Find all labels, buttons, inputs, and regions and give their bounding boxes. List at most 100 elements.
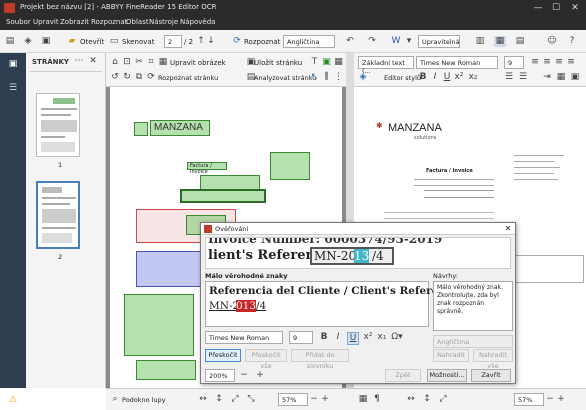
analyze-page-button[interactable]: Analyzovat stránku bbox=[254, 74, 316, 82]
person-icon[interactable]: ☺ bbox=[546, 36, 558, 47]
menu-oblast[interactable]: Oblast bbox=[126, 18, 149, 26]
superscript-icon[interactable]: x² bbox=[454, 72, 464, 83]
close-button[interactable]: ✕ bbox=[569, 2, 581, 14]
word-export-icon[interactable]: W bbox=[390, 36, 402, 47]
options-button[interactable]: Možnosti... bbox=[427, 369, 467, 382]
skip-button[interactable]: Přeskočit bbox=[205, 349, 241, 362]
dialog-italic-icon[interactable]: I bbox=[333, 332, 343, 343]
fit-page-right-icon[interactable]: ⤢ bbox=[438, 394, 448, 405]
view-split-icon[interactable]: ▦ bbox=[494, 36, 506, 47]
menu-rozpoznat[interactable]: Rozpoznat bbox=[91, 18, 127, 26]
dialog-zoom-out-icon[interactable]: − bbox=[239, 370, 249, 381]
add-to-dictionary-button[interactable]: Přidat do slovníku bbox=[291, 349, 349, 370]
rotate-right-icon[interactable]: ↻ bbox=[122, 72, 132, 83]
uncertain-text-editor[interactable]: Referencia del Cliente / Client's Refere… bbox=[205, 281, 463, 327]
select-icon[interactable]: ⊡ bbox=[122, 57, 132, 68]
numbering-icon[interactable]: ☰ bbox=[518, 72, 528, 83]
dialog-size-select[interactable]: 9 bbox=[289, 331, 313, 344]
page-number-input[interactable]: 2 bbox=[164, 35, 182, 48]
dialog-underline-icon[interactable]: U bbox=[347, 332, 359, 345]
underline-icon[interactable]: U bbox=[442, 72, 452, 83]
panel-close-icon[interactable]: ✕ bbox=[88, 56, 98, 67]
font-size-select[interactable]: 9 bbox=[504, 56, 524, 69]
menu-upravit[interactable]: Upravit bbox=[33, 18, 59, 26]
new-document-icon[interactable]: ▤ bbox=[4, 36, 16, 47]
dialog-symbol-icon[interactable]: Ω▾ bbox=[391, 332, 403, 343]
menu-napoveda[interactable]: Nápověda bbox=[180, 18, 215, 26]
align-justify-icon[interactable]: ≡ bbox=[566, 57, 576, 68]
view-image-icon[interactable]: ▥ bbox=[474, 36, 486, 47]
replace-all-button[interactable]: Nahradit vše bbox=[473, 349, 513, 370]
magnifier-icon[interactable]: ⌕ bbox=[110, 394, 120, 405]
actual-size-icon[interactable]: ⤡ bbox=[246, 394, 256, 405]
dialog-zoom-select[interactable]: 200% bbox=[205, 369, 235, 382]
dialog-close-icon[interactable]: ✕ bbox=[503, 224, 513, 234]
table-insert-icon[interactable]: ▦ bbox=[556, 72, 566, 83]
panel-options-icon[interactable]: ⋯ bbox=[74, 56, 84, 67]
pointer-icon[interactable]: ↖ bbox=[310, 72, 319, 83]
fit-page-icon[interactable]: ⤢ bbox=[230, 394, 240, 405]
zoom-right-select[interactable]: 57% bbox=[514, 393, 544, 406]
picture-area-icon[interactable]: ▣ bbox=[322, 57, 331, 68]
magnifier-button[interactable]: Podokno lupy bbox=[122, 396, 166, 404]
bullets-icon[interactable]: ☰ bbox=[504, 72, 514, 83]
language-select[interactable]: Angličtina bbox=[283, 35, 335, 48]
subscript-icon[interactable]: x₂ bbox=[468, 72, 478, 83]
style-select[interactable]: Základní text (... bbox=[358, 56, 414, 75]
arrow-down-icon[interactable]: ↓ bbox=[206, 36, 216, 47]
redo-icon[interactable]: ↷ bbox=[366, 36, 378, 47]
fit-width-right-icon[interactable]: ↔ bbox=[406, 394, 416, 405]
minimize-button[interactable]: — bbox=[532, 2, 544, 14]
barcode-icon[interactable]: ⫼ bbox=[322, 72, 331, 83]
replace-button[interactable]: Nahradit bbox=[433, 349, 469, 362]
edit-image-button[interactable]: Upravit obrázek bbox=[170, 59, 226, 67]
save-icon[interactable]: ▣ bbox=[40, 36, 52, 47]
fit-height-right-icon[interactable]: ↕ bbox=[422, 394, 432, 405]
rotate-icon[interactable]: ↺ bbox=[110, 72, 120, 83]
scan-button[interactable]: Skenovat bbox=[122, 38, 154, 46]
dialog-superscript-icon[interactable]: x² bbox=[363, 332, 373, 343]
crop-icon[interactable]: ⌗ bbox=[146, 57, 156, 68]
warning-icon[interactable]: ⚠ bbox=[7, 395, 19, 406]
arrow-up-icon[interactable]: ↑ bbox=[196, 36, 206, 47]
pages-icon[interactable]: ▣ bbox=[7, 59, 19, 70]
italic-icon[interactable]: I bbox=[430, 72, 440, 83]
menu-zobrazit[interactable]: Zobrazit bbox=[60, 18, 89, 26]
dialog-font-select[interactable]: Times New Roman bbox=[205, 331, 283, 344]
suggestion-item[interactable]: Málo věrohodný znak. Zkontrolujte, zda b… bbox=[437, 284, 511, 316]
recognize-page-button[interactable]: Rozpoznat stránku bbox=[158, 74, 218, 82]
stamp-icon[interactable]: ◈ bbox=[358, 72, 368, 83]
fit-height-icon[interactable]: ↕ bbox=[214, 394, 224, 405]
zoom-in-right-icon[interactable]: + bbox=[556, 394, 566, 405]
menu-soubor[interactable]: Soubor bbox=[6, 18, 31, 26]
table-area-icon[interactable]: ▦ bbox=[334, 57, 343, 68]
scissors-icon[interactable]: ✂ bbox=[134, 57, 144, 68]
text-toggle-icon[interactable]: ▦ bbox=[358, 394, 368, 405]
maximize-button[interactable]: ☐ bbox=[550, 2, 562, 14]
dialog-bold-icon[interactable]: B bbox=[319, 332, 329, 343]
style-editor-button[interactable]: Editor stylů bbox=[384, 74, 421, 82]
more-tools-icon[interactable]: ⋮ bbox=[334, 72, 343, 83]
zoom-out-right-icon[interactable]: − bbox=[546, 394, 554, 405]
lock-icon[interactable]: ⌂ bbox=[110, 57, 120, 68]
zoom-out-icon[interactable]: − bbox=[310, 394, 318, 405]
align-center-icon[interactable]: ≡ bbox=[542, 57, 552, 68]
layers-icon[interactable]: ◈ bbox=[22, 36, 34, 47]
dialog-subscript-icon[interactable]: x₁ bbox=[377, 332, 387, 343]
zoom-left-select[interactable]: 57% bbox=[278, 393, 308, 406]
paragraph-icon[interactable]: ¶ bbox=[372, 394, 382, 405]
text-area-icon[interactable]: T bbox=[310, 57, 319, 68]
align-left-icon[interactable]: ≡ bbox=[530, 57, 540, 68]
recognize-button[interactable]: Rozpoznat bbox=[244, 38, 280, 46]
chevron-down-icon[interactable]: ▾ bbox=[405, 36, 413, 47]
undo-icon[interactable]: ↶ bbox=[344, 36, 356, 47]
page-thumbnail-2[interactable] bbox=[36, 181, 80, 249]
view-text-icon[interactable]: ▤ bbox=[514, 36, 526, 47]
format-select[interactable]: Upravitelná bbox=[418, 35, 460, 48]
align-right-icon[interactable]: ≡ bbox=[554, 57, 564, 68]
split-icon[interactable]: ⧉ bbox=[134, 72, 144, 83]
font-select[interactable]: Times New Roman bbox=[416, 56, 498, 69]
indent-icon[interactable]: ⇥ bbox=[542, 72, 552, 83]
dictionary-field[interactable]: Angličtina bbox=[433, 335, 513, 348]
help-icon[interactable]: ? bbox=[566, 36, 578, 47]
